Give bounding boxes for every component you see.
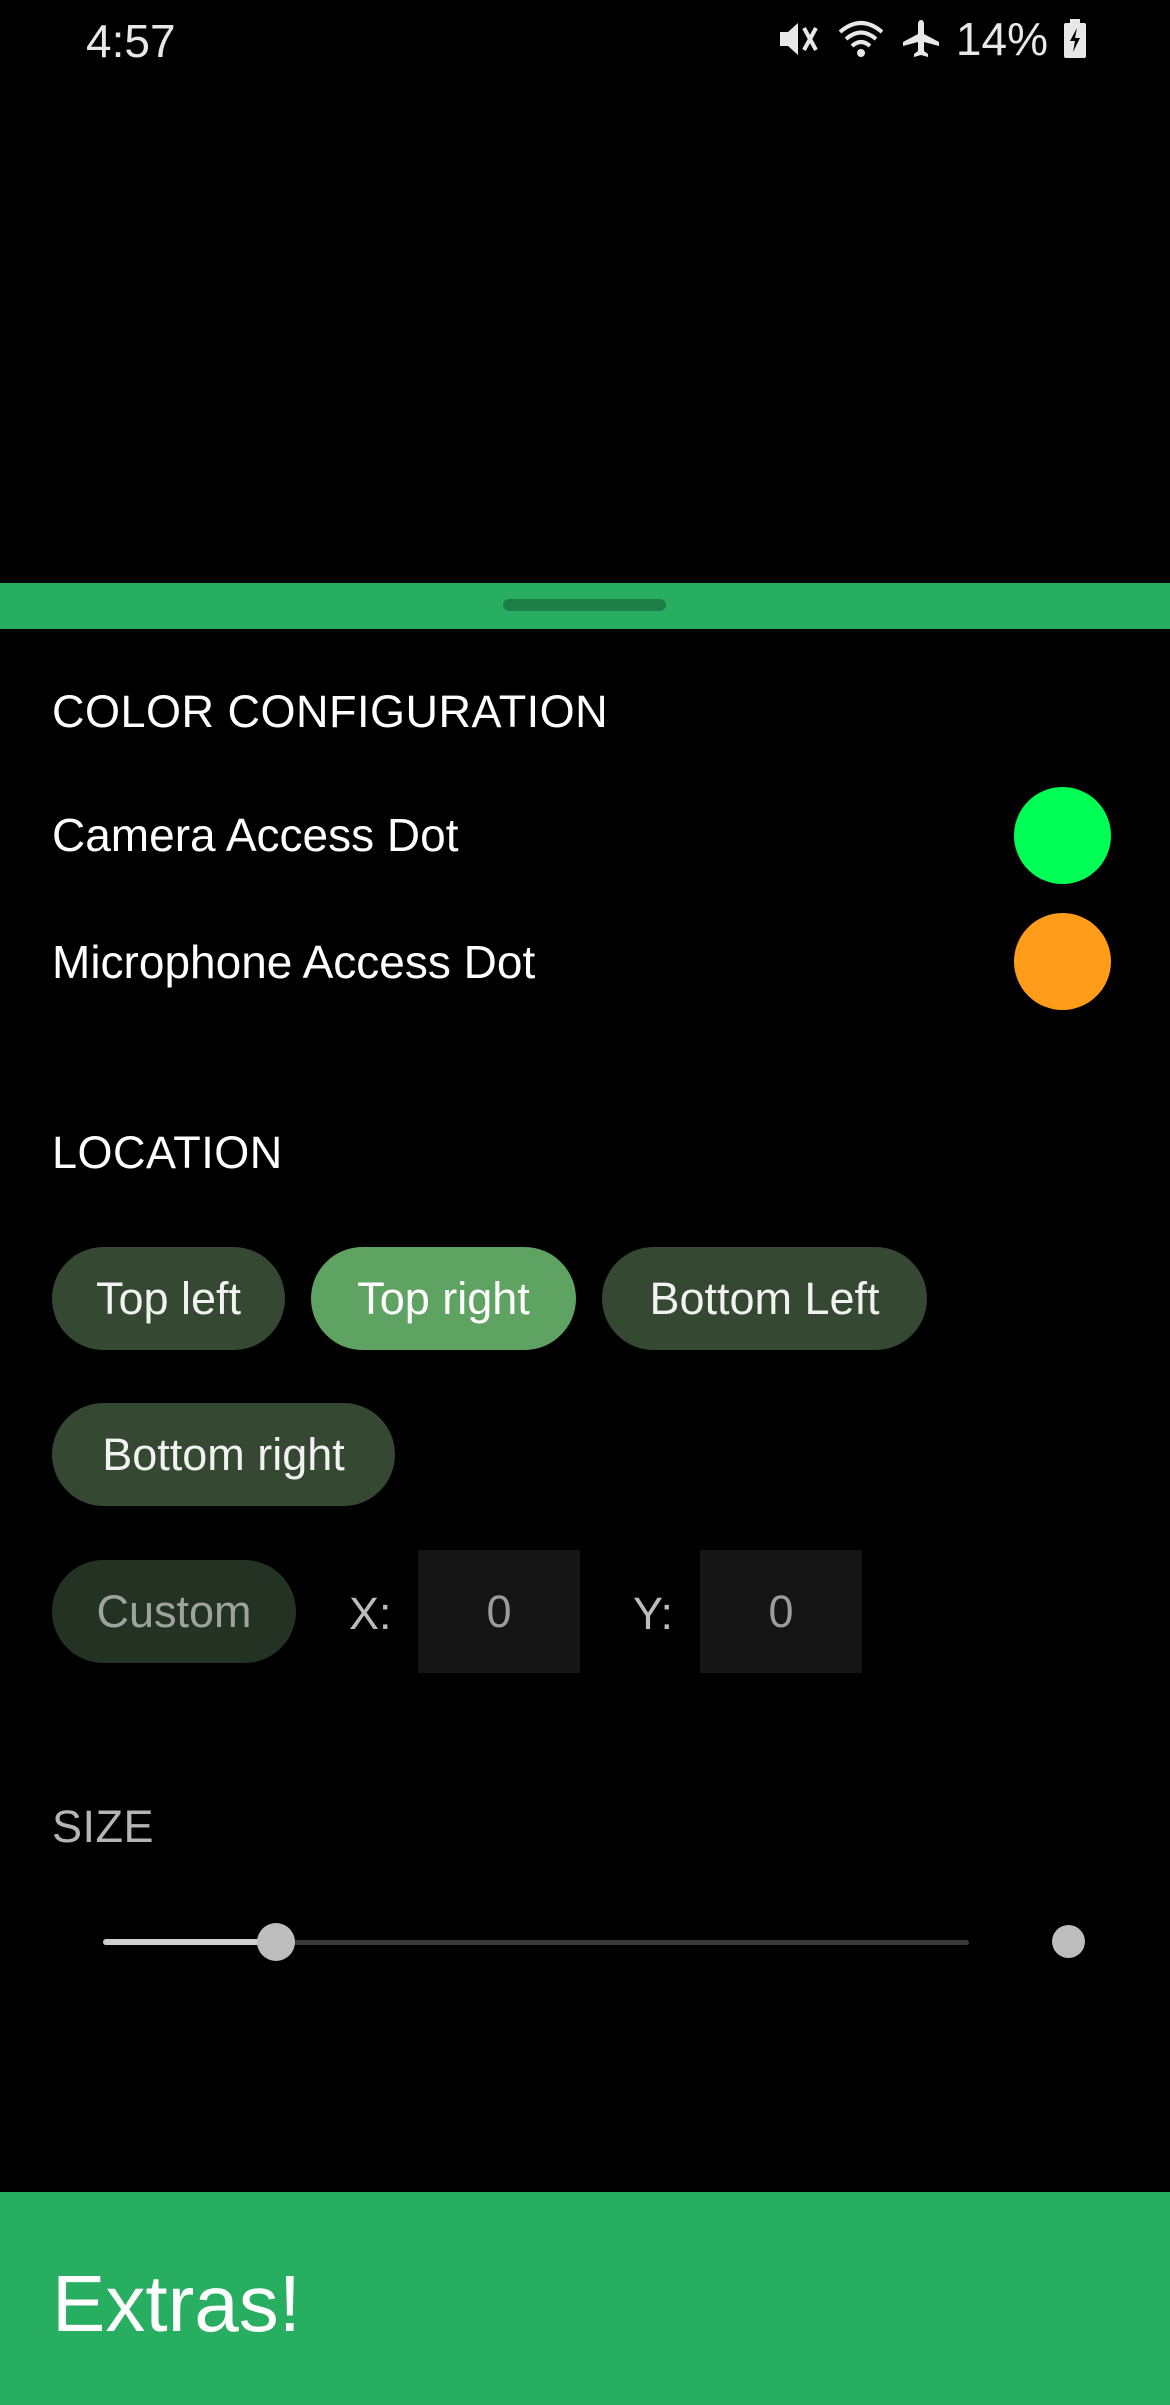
status-icons: 14%	[776, 12, 1088, 66]
location-chip-bottom-left[interactable]: Bottom Left	[602, 1247, 927, 1350]
size-title: SIZE	[52, 1801, 155, 1852]
size-preview-dot	[1052, 1925, 1085, 1958]
microphone-access-dot-color-swatch[interactable]	[1014, 913, 1111, 1010]
battery-charging-icon	[1062, 18, 1088, 60]
location-title: LOCATION	[52, 1127, 283, 1178]
camera-access-dot-color-swatch[interactable]	[1014, 787, 1111, 884]
sheet-header[interactable]	[0, 583, 1170, 629]
y-coordinate-label: Y:	[633, 1588, 674, 1639]
extras-title: Extras!	[52, 2259, 301, 2348]
color-configuration-title: COLOR CONFIGURATION	[52, 686, 609, 737]
location-chip-bottom-right[interactable]: Bottom right	[52, 1403, 395, 1506]
y-coordinate-input[interactable]: 0	[700, 1550, 862, 1673]
status-bar: 4:57 14%	[0, 0, 1170, 80]
vibrate-mute-icon	[776, 18, 822, 60]
location-chip-top-left[interactable]: Top left	[52, 1247, 285, 1350]
location-chip-top-right[interactable]: Top right	[311, 1247, 576, 1350]
x-coordinate-input[interactable]: 0	[418, 1550, 580, 1673]
status-time: 4:57	[86, 15, 176, 67]
drag-handle[interactable]	[503, 599, 666, 611]
size-slider[interactable]	[103, 1914, 969, 1970]
size-slider-thumb[interactable]	[257, 1923, 295, 1961]
battery-percent: 14%	[955, 13, 1048, 65]
camera-access-dot-label[interactable]: Camera Access Dot	[52, 808, 458, 862]
wifi-icon	[836, 18, 886, 60]
microphone-access-dot-label[interactable]: Microphone Access Dot	[52, 935, 535, 989]
airplane-icon	[900, 18, 942, 60]
size-slider-fill	[103, 1939, 276, 1945]
location-chip-custom[interactable]: Custom	[52, 1560, 296, 1663]
extras-bar[interactable]: Extras!	[0, 2192, 1170, 2405]
x-coordinate-label: X:	[349, 1588, 392, 1639]
